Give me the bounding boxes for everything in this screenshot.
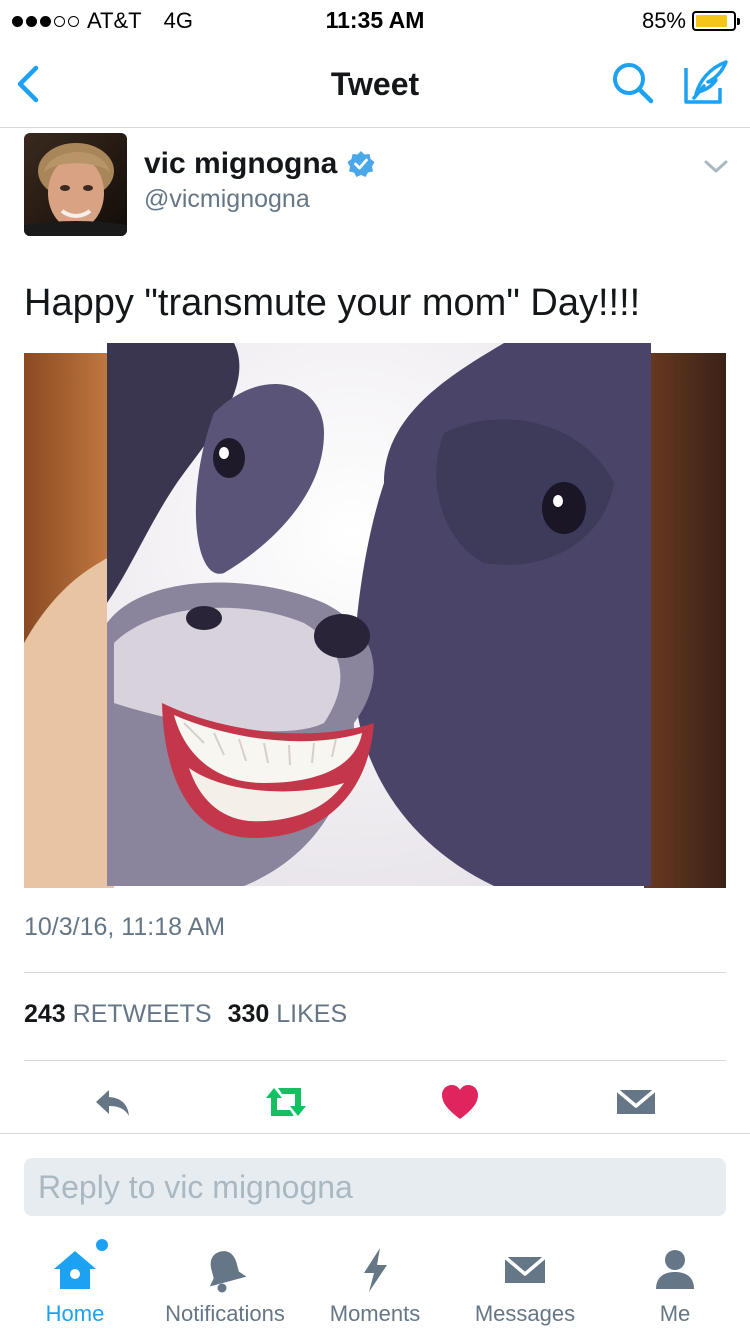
likes-stat[interactable]: 330 LIKES <box>228 1000 348 1029</box>
envelope-icon <box>615 1088 657 1114</box>
author-handle[interactable]: @vicmignogna <box>144 185 310 214</box>
tab-notifications[interactable]: Notifications <box>155 1245 295 1334</box>
tab-label: Messages <box>474 1301 576 1326</box>
search-button[interactable] <box>610 60 656 106</box>
tab-me[interactable]: Me <box>644 1245 706 1334</box>
avatar[interactable] <box>24 133 127 236</box>
reply-input[interactable]: Reply to vic mignogna <box>24 1158 726 1216</box>
divider <box>24 972 726 973</box>
lightning-icon <box>364 1248 387 1292</box>
tab-moments[interactable]: Moments <box>322 1245 428 1334</box>
tweet-media-image[interactable] <box>24 343 726 888</box>
person-icon <box>656 1250 694 1289</box>
status-bar: AT&T 4G 11:35 AM 85% <box>0 0 750 40</box>
battery-percent: 85% <box>641 8 686 33</box>
retweet-button[interactable] <box>262 1080 310 1124</box>
tab-messages[interactable]: Messages <box>468 1245 582 1334</box>
reply-icon <box>96 1090 129 1116</box>
like-button[interactable] <box>438 1080 482 1124</box>
bell-icon <box>209 1251 247 1293</box>
reply-button[interactable] <box>91 1080 135 1124</box>
tab-label: Moments <box>329 1301 421 1326</box>
tweet-options-button[interactable] <box>702 155 730 179</box>
retweets-count: 243 <box>24 1000 66 1028</box>
retweets-stat[interactable]: 243 RETWEETS <box>24 1000 212 1029</box>
home-icon <box>54 1251 96 1289</box>
tab-label: Notifications <box>165 1301 285 1326</box>
retweets-label: RETWEETS <box>72 1000 212 1028</box>
direct-message-button[interactable] <box>614 1080 658 1124</box>
battery-icon <box>692 11 740 31</box>
tweet-timestamp: 10/3/16, 11:18 AM <box>24 913 226 941</box>
tab-home[interactable]: Home <box>40 1239 110 1334</box>
compose-button[interactable] <box>682 58 730 106</box>
likes-label: LIKES <box>276 1000 348 1028</box>
navigation-bar: Tweet <box>0 40 750 128</box>
tab-label: Home <box>45 1301 105 1326</box>
compose-icon <box>684 60 728 104</box>
author-name[interactable]: vic mignogna <box>144 147 337 181</box>
tweet-text: Happy "transmute your mom" Day!!!! <box>24 282 641 324</box>
retweet-icon <box>266 1088 306 1116</box>
tweet-stats: 243 RETWEETS 330 LIKES <box>24 1000 347 1029</box>
status-time: 11:35 AM <box>325 7 425 33</box>
chevron-down-icon <box>704 160 728 173</box>
divider <box>24 1060 726 1061</box>
likes-count: 330 <box>227 1000 270 1028</box>
divider <box>0 1133 750 1134</box>
verified-badge-icon <box>347 151 375 177</box>
tab-label: Me <box>659 1301 691 1326</box>
envelope-icon <box>503 1255 547 1283</box>
heart-icon <box>442 1085 478 1119</box>
search-icon <box>613 63 654 104</box>
new-content-dot <box>96 1239 108 1251</box>
